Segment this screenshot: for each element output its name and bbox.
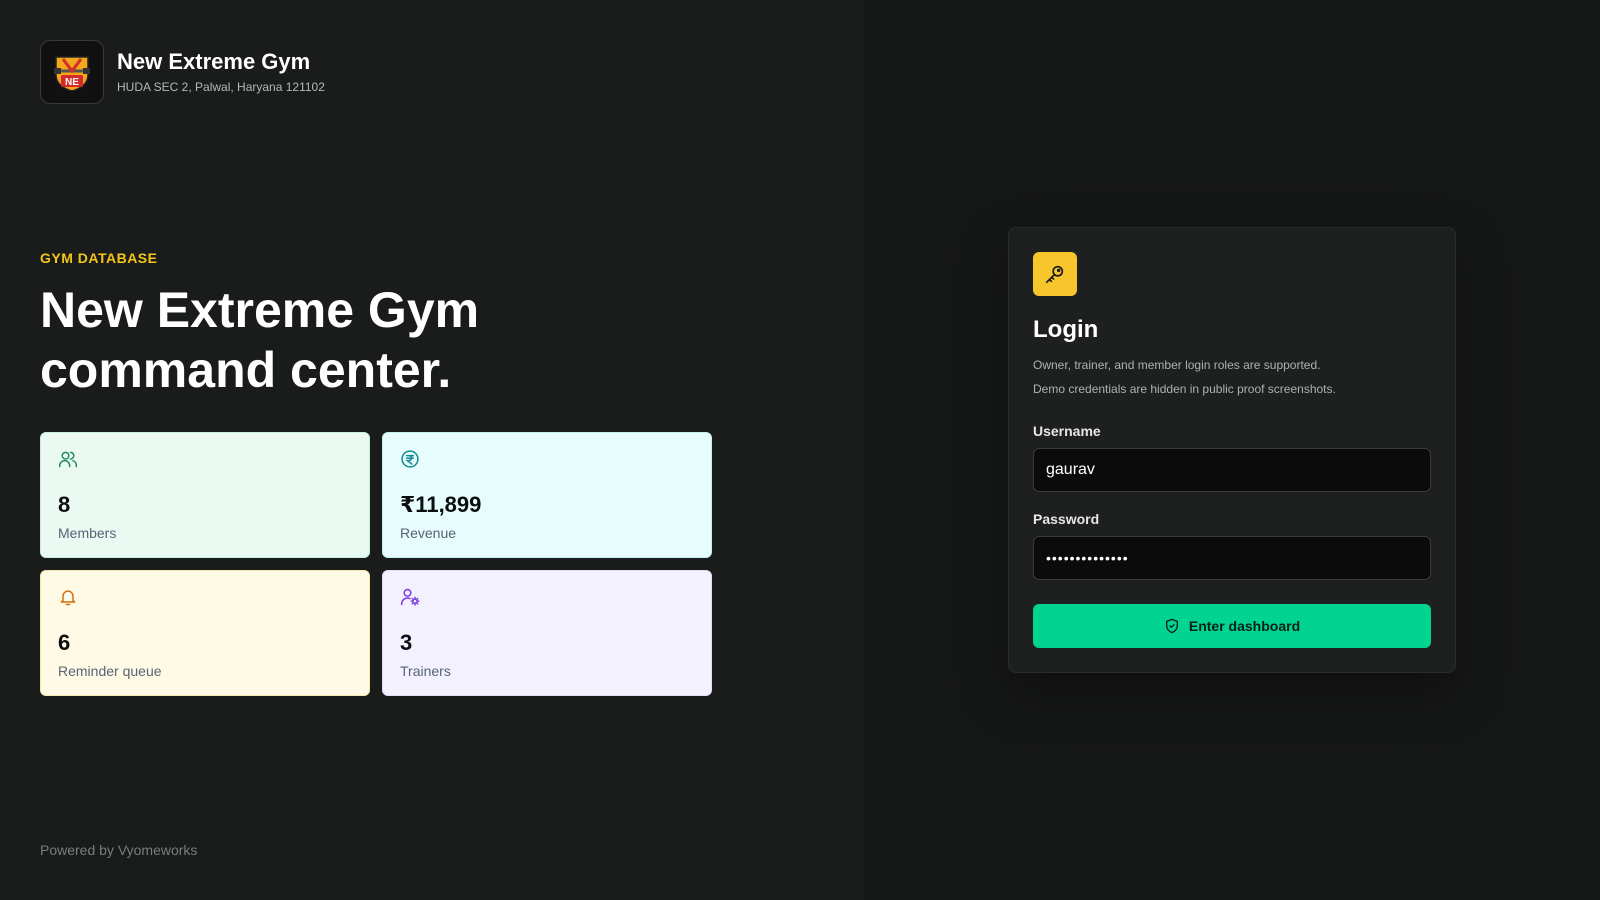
stat-card-members: 8 Members: [40, 432, 370, 558]
user-cog-icon: [400, 588, 420, 606]
stat-value: 6: [58, 630, 71, 655]
password-label: Password: [1033, 511, 1100, 527]
stat-value: 3: [400, 630, 413, 655]
login-card: Login Owner, trainer, and member login r…: [1008, 227, 1456, 673]
gym-logo: NE: [40, 40, 104, 104]
stat-card-trainers: 3 Trainers: [382, 570, 712, 696]
stats-grid: 8 Members ₹11,899 Revenue 6 Reminder que…: [40, 432, 712, 696]
section-eyebrow: GYM DATABASE: [40, 250, 158, 266]
logo-text: NE: [65, 77, 79, 88]
shield-check-icon: [1165, 618, 1178, 634]
password-input[interactable]: [1033, 536, 1431, 580]
stat-card-revenue: ₹11,899 Revenue: [382, 432, 712, 558]
gym-shield-logo-icon: NE: [54, 56, 90, 92]
bell-icon: [60, 590, 76, 606]
stat-label: Revenue: [400, 525, 457, 541]
powered-by-footer: Powered by Vyomeworks: [40, 842, 198, 858]
username-label: Username: [1033, 423, 1101, 439]
enter-dashboard-button[interactable]: Enter dashboard: [1033, 604, 1431, 648]
stat-label: Members: [58, 525, 117, 541]
stat-card-reminders: 6 Reminder queue: [40, 570, 370, 696]
gym-address: HUDA SEC 2, Palwal, Haryana 121102: [117, 80, 325, 94]
brand-header: NE New Extreme Gym HUDA SEC 2, Palwal, H…: [40, 40, 325, 104]
login-panel: Login Owner, trainer, and member login r…: [864, 0, 1600, 900]
users-icon: [58, 451, 78, 468]
stat-value: ₹11,899: [400, 492, 482, 517]
gym-name: New Extreme Gym: [117, 49, 311, 74]
login-subtitle-demo: Demo credentials are hidden in public pr…: [1033, 382, 1336, 396]
rupee-coin-icon: [401, 450, 419, 468]
key-icon: [1045, 265, 1064, 284]
headline-line-2: command center.: [40, 342, 452, 398]
login-page: NE New Extreme Gym HUDA SEC 2, Palwal, H…: [0, 0, 1600, 900]
enter-dashboard-label: Enter dashboard: [1188, 618, 1301, 634]
stat-label: Trainers: [400, 663, 451, 679]
stat-value: 8: [58, 492, 71, 517]
login-subtitle-roles: Owner, trainer, and member login roles a…: [1033, 358, 1321, 372]
headline-line-1: New Extreme Gym: [40, 282, 480, 338]
login-title: Login: [1033, 316, 1099, 343]
username-input[interactable]: [1033, 448, 1431, 492]
hero-panel: NE New Extreme Gym HUDA SEC 2, Palwal, H…: [0, 0, 864, 900]
login-badge: [1033, 252, 1077, 296]
page-headline: New Extreme Gym command center.: [40, 280, 680, 400]
stat-label: Reminder queue: [58, 663, 162, 679]
